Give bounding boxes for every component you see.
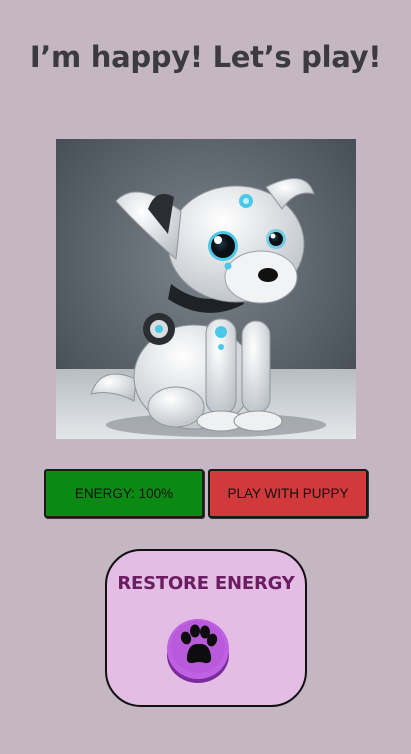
page-title: I’m happy! Let’s play! <box>29 40 382 74</box>
energy-button-label: ENERGY: 100% <box>74 486 174 501</box>
restore-energy-label: RESTORE ENERGY <box>117 573 295 594</box>
play-button-label: PLAY WITH PUPPY <box>227 486 349 501</box>
restore-energy-button[interactable]: RESTORE ENERGY <box>105 549 307 707</box>
paw-icon[interactable] <box>165 613 231 685</box>
play-with-puppy-button[interactable]: PLAY WITH PUPPY <box>208 469 368 518</box>
robot-puppy-image <box>56 139 356 439</box>
energy-button[interactable]: ENERGY: 100% <box>44 469 204 518</box>
